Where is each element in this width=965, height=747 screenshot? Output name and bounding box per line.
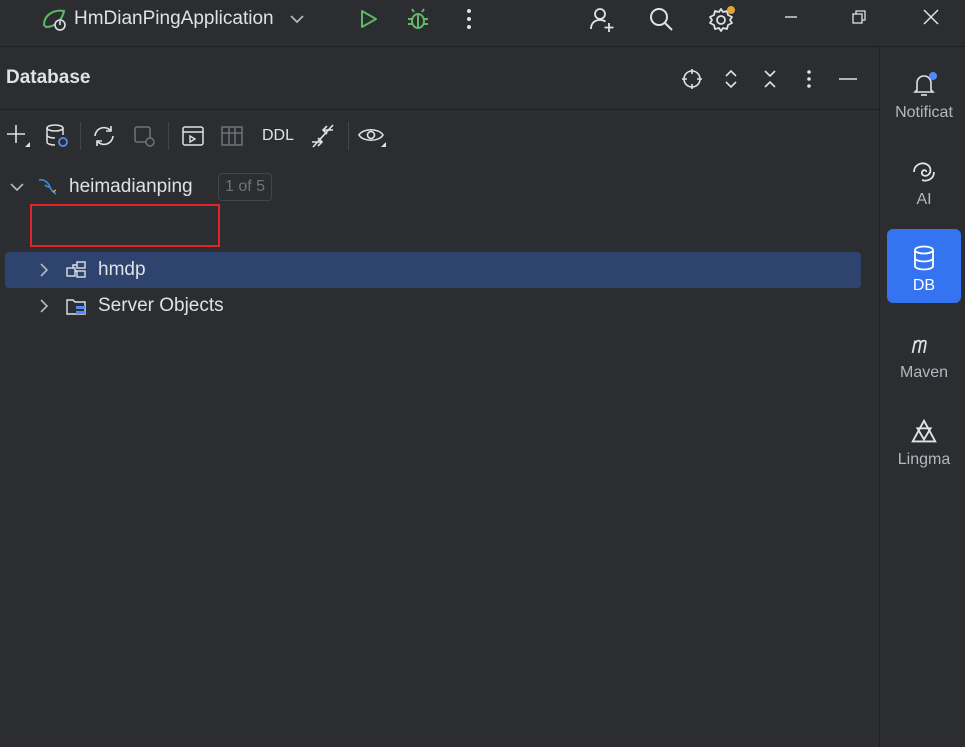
ddl-label: DDL	[261, 127, 294, 144]
more-actions-button[interactable]	[458, 5, 480, 33]
more-vertical-icon	[807, 70, 811, 88]
panel-header: Database	[0, 47, 879, 110]
run-config-label: HmDianPingApplication	[74, 8, 274, 29]
table-icon	[221, 126, 243, 146]
query-console-button[interactable]	[178, 122, 208, 150]
database-toolbar: DDL	[0, 110, 879, 160]
expand-all-icon	[725, 69, 737, 89]
close-icon	[923, 9, 939, 25]
toolbar-separator	[348, 122, 349, 150]
settings-icon	[709, 6, 735, 32]
datasource-label: heimadianping	[69, 176, 193, 197]
debug-button[interactable]	[403, 5, 433, 33]
collapse-all-button[interactable]	[757, 66, 783, 92]
compare-icon	[312, 124, 334, 148]
sidebar-item-ai[interactable]: AI	[887, 143, 961, 217]
toolbar-separator	[80, 122, 81, 150]
minimize-icon	[839, 78, 857, 80]
schema-count-badge[interactable]: 1 of 5	[218, 173, 273, 201]
sidebar-item-maven[interactable]: Maven	[887, 316, 961, 390]
refresh-icon	[94, 126, 114, 146]
add-user-button[interactable]	[586, 3, 618, 35]
sidebar-item-lingma[interactable]: Lingma	[887, 403, 961, 477]
minimize-button[interactable]	[778, 4, 804, 30]
sidebar-label: Lingma	[897, 451, 951, 468]
debug-icon	[408, 8, 428, 29]
ai-swirl-icon	[913, 162, 935, 182]
disconnect-icon	[134, 126, 155, 147]
ddl-button[interactable]: DDL	[257, 122, 299, 150]
server-folder-icon	[66, 299, 86, 315]
spring-app-icon	[42, 9, 66, 31]
crosshair-icon	[682, 69, 702, 89]
disconnect-button[interactable]	[129, 122, 159, 150]
compare-button[interactable]	[308, 122, 338, 150]
sidebar-label: DB	[912, 277, 936, 294]
search-button[interactable]	[645, 3, 677, 35]
collapse-all-icon	[764, 70, 776, 88]
run-icon	[361, 10, 377, 28]
minimize-icon	[785, 16, 797, 18]
eye-icon	[358, 128, 386, 147]
add-button[interactable]	[3, 122, 33, 150]
datasource-properties-button[interactable]	[42, 122, 72, 150]
chevron-down-icon[interactable]	[7, 177, 27, 197]
lingma-icon	[911, 418, 937, 443]
panel-title: Database	[6, 67, 91, 88]
chevron-right-icon[interactable]	[34, 260, 54, 280]
panel-options-button[interactable]	[796, 66, 822, 92]
chevron-right-icon[interactable]	[34, 296, 54, 316]
server-objects-label: Server Objects	[98, 295, 224, 316]
locate-button[interactable]	[679, 66, 705, 92]
database-settings-icon	[46, 124, 68, 147]
table-view-button[interactable]	[217, 122, 247, 150]
add-user-icon	[590, 8, 614, 32]
settings-button[interactable]	[704, 2, 738, 36]
tree-row-schema[interactable]: hmdp	[0, 252, 879, 288]
database-panel: Database DDL heimadianping 1 of 5 hmdp S…	[0, 47, 879, 747]
search-icon	[650, 8, 673, 31]
maven-icon	[911, 339, 927, 354]
database-icon	[914, 245, 934, 271]
console-icon	[182, 126, 204, 146]
run-button[interactable]	[354, 5, 382, 33]
refresh-button[interactable]	[89, 122, 119, 150]
restore-icon	[852, 10, 866, 24]
expand-all-button[interactable]	[718, 66, 744, 92]
toolbar-separator	[168, 122, 169, 150]
sidebar-item-db[interactable]: DB	[887, 229, 961, 303]
close-button[interactable]	[918, 4, 944, 30]
schema-label: hmdp	[98, 259, 146, 280]
title-bar: HmDianPingApplication	[0, 0, 965, 47]
sidebar-item-notifications[interactable]: Notificat	[887, 56, 961, 130]
more-vertical-icon	[467, 9, 471, 29]
hide-panel-button[interactable]	[835, 66, 861, 92]
schema-icon	[66, 261, 86, 278]
sidebar-label: Notificat	[895, 104, 953, 121]
tree-row-datasource[interactable]: heimadianping 1 of 5	[0, 169, 879, 205]
tree-row-server-objects[interactable]: Server Objects	[0, 288, 879, 324]
restore-button[interactable]	[846, 4, 872, 30]
run-config-selector[interactable]: HmDianPingApplication	[40, 4, 308, 34]
sidebar-label: Maven	[899, 364, 949, 381]
chevron-down-icon[interactable]	[286, 8, 308, 30]
sidebar-label: AI	[916, 191, 932, 208]
plus-icon	[7, 125, 30, 147]
view-options-button[interactable]	[357, 122, 387, 150]
mysql-icon	[38, 179, 57, 195]
bell-icon	[913, 72, 937, 96]
right-tool-window-bar: Notificat AI DB Maven Lingma	[879, 47, 965, 747]
annotation-highlight-box	[30, 204, 220, 247]
